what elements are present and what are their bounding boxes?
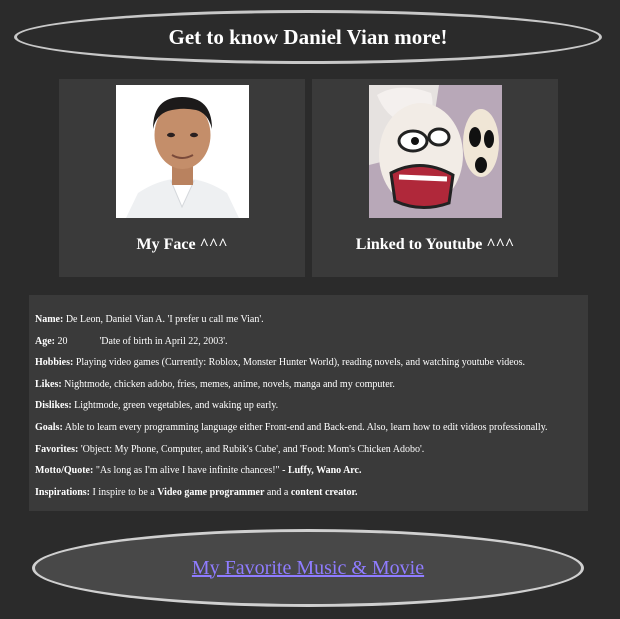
- info-favorites: Favorites: 'Object: My Phone, Computer, …: [35, 443, 425, 455]
- header-banner: Get to know Daniel Vian more!: [14, 10, 602, 64]
- info-inspirations: Inspirations: I inspire to be a Video ga…: [35, 486, 358, 498]
- info-age: Age: 20 'Date of birth in April 22, 2003'…: [35, 335, 228, 347]
- info-hobbies: Hobbies: Playing video games (Currently:…: [35, 357, 526, 369]
- page: Get to know Daniel Vian more! My Face ^^…: [0, 0, 620, 619]
- face-caption: My Face ^^^: [136, 236, 228, 253]
- info-name: Name: De Leon, Daniel Vian A. 'I prefer …: [35, 314, 264, 325]
- footer-banner: My Favorite Music & Movie: [32, 529, 584, 607]
- page-title: Get to know Daniel Vian more!: [168, 24, 448, 49]
- favorite-music-movie-link[interactable]: My Favorite Music & Movie: [192, 557, 424, 580]
- info-dislikes: Dislikes: Lightmode, green vegetables, a…: [35, 400, 279, 412]
- youtube-thumbnail-link[interactable]: [369, 85, 502, 218]
- face-photo: [116, 85, 249, 218]
- info-motto: Motto/Quote: "As long as I'm alive I hav…: [35, 465, 362, 477]
- info-likes: Likes: Nightmode, chicken adobo, fries, …: [35, 378, 395, 390]
- about-info-box: Name: De Leon, Daniel Vian A. 'I prefer …: [29, 295, 588, 511]
- info-goals: Goals: Able to learn every programming l…: [35, 421, 548, 433]
- youtube-caption[interactable]: Linked to Youtube ^^^: [312, 236, 558, 254]
- face-card: My Face ^^^: [59, 79, 305, 277]
- youtube-card[interactable]: Linked to Youtube ^^^: [312, 79, 558, 277]
